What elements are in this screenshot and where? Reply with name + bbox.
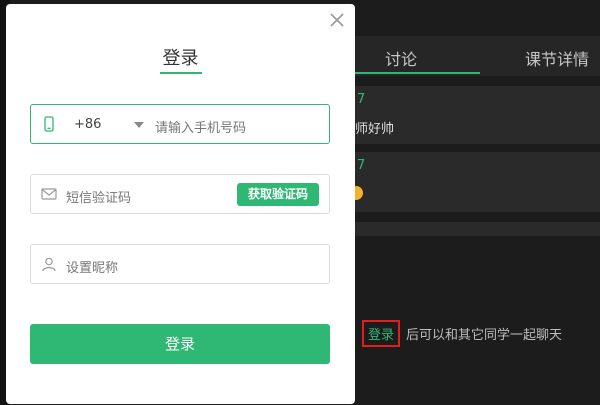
tab-active-indicator (355, 72, 480, 74)
country-code-select[interactable]: +86 (74, 117, 101, 132)
message-item: 7 (349, 152, 600, 212)
login-modal: 登录 +86 请输入手机号码 短信验证码 获取验证码 设置昵称 登录 (6, 4, 355, 404)
phone-icon (41, 116, 57, 132)
login-link[interactable]: 登录 (362, 320, 401, 347)
close-icon[interactable] (329, 12, 345, 28)
message-number: 7 (357, 158, 366, 173)
user-icon (41, 256, 57, 272)
phone-field[interactable]: +86 请输入手机号码 (30, 104, 330, 144)
login-submit-button[interactable]: 登录 (30, 324, 330, 364)
tabs-bar: 讨论 课节详情 (355, 36, 600, 76)
tab-lesson-detail[interactable]: 课节详情 (525, 46, 589, 70)
sms-code-input[interactable]: 短信验证码 (66, 187, 131, 206)
message-item: 7 师好帅 (355, 86, 600, 144)
message-item (355, 222, 600, 236)
phone-input[interactable]: 请输入手机号码 (155, 117, 246, 136)
modal-title: 登录 (162, 48, 199, 69)
get-code-button[interactable]: 获取验证码 (236, 183, 319, 206)
nickname-field[interactable]: 设置昵称 (30, 244, 330, 284)
message-number: 7 (357, 92, 366, 107)
title-underline (160, 72, 202, 74)
login-prompt: 登录 后可以和其它同学一起聊天 (362, 320, 562, 347)
chevron-down-icon[interactable] (134, 122, 144, 128)
sms-code-field[interactable]: 短信验证码 获取验证码 (30, 174, 330, 214)
login-prompt-text: 后可以和其它同学一起聊天 (406, 328, 563, 343)
nickname-input[interactable]: 设置昵称 (66, 257, 118, 276)
tab-discussion[interactable]: 讨论 (385, 46, 417, 70)
message-text: 师好帅 (355, 122, 395, 137)
mail-icon (41, 186, 57, 202)
